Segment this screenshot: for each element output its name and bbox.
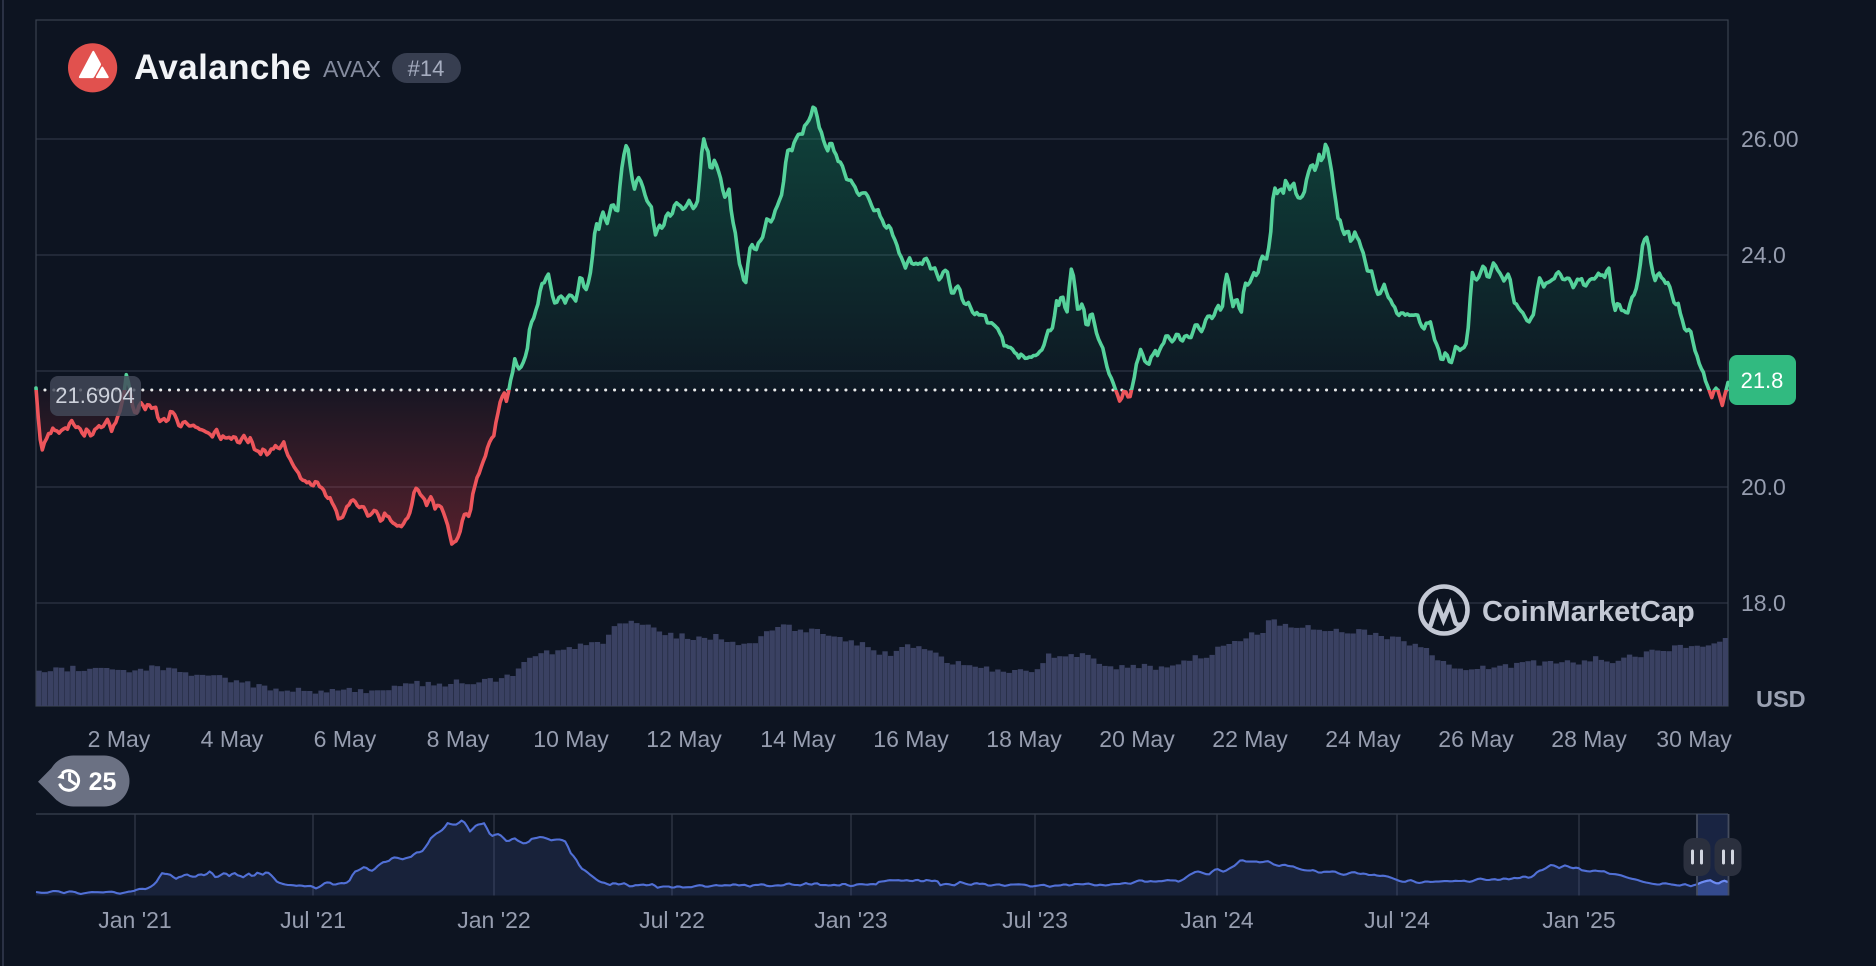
svg-text:26 May: 26 May [1438, 726, 1514, 752]
svg-text:Jul '24: Jul '24 [1364, 907, 1430, 933]
svg-text:#14: #14 [408, 56, 445, 81]
svg-text:Avalanche: Avalanche [134, 48, 311, 87]
svg-text:8 May: 8 May [427, 726, 490, 752]
svg-text:16 May: 16 May [873, 726, 949, 752]
svg-text:2 May: 2 May [88, 726, 151, 752]
svg-text:14 May: 14 May [760, 726, 836, 752]
svg-text:18 May: 18 May [986, 726, 1062, 752]
svg-text:25: 25 [89, 768, 117, 796]
svg-text:24 May: 24 May [1325, 726, 1401, 752]
svg-text:28 May: 28 May [1551, 726, 1627, 752]
svg-text:4 May: 4 May [201, 726, 264, 752]
svg-text:22 May: 22 May [1212, 726, 1288, 752]
svg-text:21.6904: 21.6904 [55, 383, 135, 408]
svg-text:20 May: 20 May [1099, 726, 1175, 752]
svg-text:Jul '21: Jul '21 [280, 907, 346, 933]
svg-text:Jan '24: Jan '24 [1180, 907, 1254, 933]
svg-text:18.0: 18.0 [1741, 590, 1786, 616]
svg-text:Jul '22: Jul '22 [639, 907, 705, 933]
svg-text:CoinMarketCap: CoinMarketCap [1482, 596, 1695, 628]
svg-text:Jul '23: Jul '23 [1002, 907, 1068, 933]
svg-text:Jan '22: Jan '22 [457, 907, 530, 933]
svg-text:Jan '23: Jan '23 [814, 907, 887, 933]
svg-text:Jan '25: Jan '25 [1542, 907, 1615, 933]
svg-text:30 May: 30 May [1656, 726, 1732, 752]
svg-text:Jan '21: Jan '21 [98, 907, 171, 933]
svg-text:21.8: 21.8 [1741, 368, 1784, 393]
svg-text:10 May: 10 May [533, 726, 609, 752]
svg-text:6 May: 6 May [314, 726, 377, 752]
svg-text:20.0: 20.0 [1741, 474, 1786, 500]
svg-text:26.00: 26.00 [1741, 126, 1799, 152]
svg-text:AVAX: AVAX [323, 56, 381, 82]
svg-text:24.0: 24.0 [1741, 242, 1786, 268]
svg-text:12 May: 12 May [646, 726, 722, 752]
svg-text:USD: USD [1756, 686, 1806, 712]
